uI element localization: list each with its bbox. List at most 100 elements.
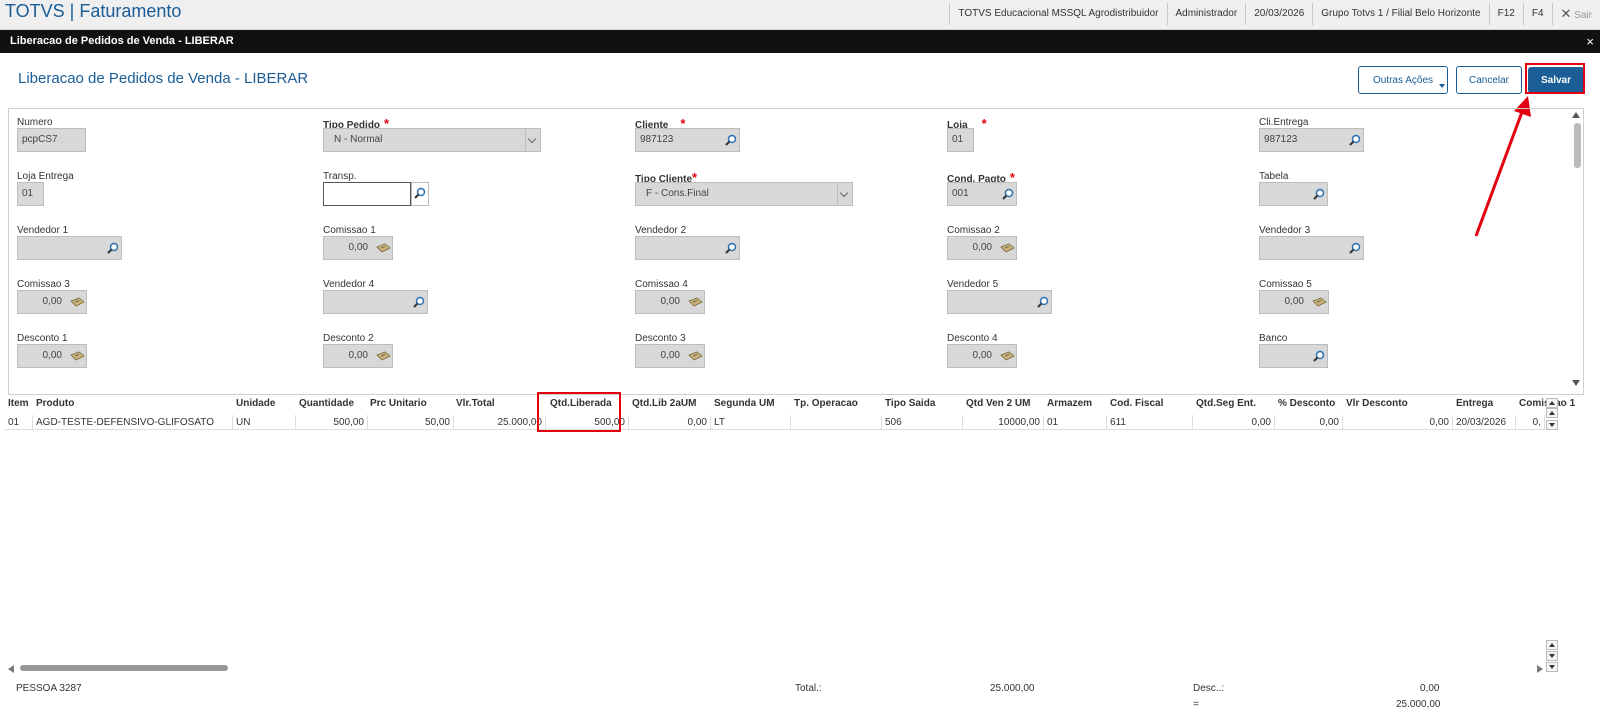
table-cell[interactable]: 0,00 — [629, 415, 711, 430]
comissao5-label: Comissao 5 — [1259, 279, 1312, 290]
desconto3-label: Desconto 3 — [635, 333, 686, 344]
form-vertical-scrollbar[interactable] — [1569, 109, 1583, 394]
scroll-right-icon[interactable] — [1537, 665, 1543, 673]
cli-entrega-value: 987123 — [1264, 134, 1298, 145]
column-header[interactable]: Prc Unitario — [370, 398, 427, 409]
search-icon[interactable] — [1349, 134, 1361, 146]
column-header[interactable]: Vlr Desconto — [1346, 398, 1408, 409]
final-total-value: 25.000,00 — [1396, 699, 1441, 710]
cli-entrega-label: Cli.Entrega — [1259, 117, 1309, 128]
search-icon[interactable] — [1313, 188, 1325, 200]
scroll-top-icon[interactable] — [1546, 398, 1558, 408]
scroll-up-icon[interactable] — [1546, 640, 1558, 650]
column-header[interactable]: Produto — [36, 398, 74, 409]
calculator-icon[interactable] — [70, 297, 85, 307]
column-header[interactable]: Unidade — [236, 398, 275, 409]
column-header[interactable]: Vlr.Total — [456, 398, 495, 409]
scroll-up-icon[interactable] — [1572, 112, 1580, 118]
table-cell[interactable]: UN — [233, 415, 296, 430]
tipo-pedido-select[interactable]: N - Normal — [323, 128, 541, 152]
scroll-up-icon[interactable] — [1546, 408, 1558, 418]
column-header[interactable]: Qtd.Lib 2aUM — [632, 398, 696, 409]
scroll-left-icon[interactable] — [8, 665, 14, 673]
desconto2-label: Desconto 2 — [323, 333, 374, 344]
scroll-down-icon[interactable] — [1546, 651, 1558, 661]
chevron-down-icon — [525, 129, 540, 151]
calculator-icon[interactable] — [688, 351, 703, 361]
scroll-down-icon[interactable] — [1546, 420, 1558, 430]
numero-label: Numero — [17, 117, 53, 128]
column-header[interactable]: Segunda UM — [714, 398, 775, 409]
column-header[interactable]: Cod. Fiscal — [1110, 398, 1163, 409]
loja-input[interactable]: 01 — [947, 128, 974, 152]
column-header[interactable]: Tipo Saida — [885, 398, 935, 409]
table-cell[interactable] — [791, 415, 882, 430]
column-header[interactable]: Armazem — [1047, 398, 1092, 409]
search-icon[interactable] — [1002, 188, 1014, 200]
search-icon[interactable] — [413, 296, 425, 308]
column-header[interactable]: Tp. Operacao — [794, 398, 858, 409]
search-icon[interactable] — [1349, 242, 1361, 254]
loja-entrega-label: Loja Entrega — [17, 171, 74, 182]
total-value: 25.000,00 — [990, 683, 1035, 694]
table-cell[interactable]: 01 — [1044, 415, 1107, 430]
desconto4-label: Desconto 4 — [947, 333, 998, 344]
table-cell[interactable]: 500,00 — [296, 415, 368, 430]
table-cell[interactable]: 0,00 — [1343, 415, 1453, 430]
table-cell[interactable]: 0,00 — [1275, 415, 1343, 430]
search-icon[interactable] — [725, 242, 737, 254]
scroll-thumb[interactable] — [20, 665, 228, 671]
loja-entrega-input[interactable]: 01 — [17, 182, 44, 206]
vendedor4-label: Vendedor 4 — [323, 279, 375, 290]
scroll-thumb[interactable] — [1574, 123, 1581, 168]
column-header[interactable]: Qtd.Seg Ent. — [1196, 398, 1256, 409]
equals-label: = — [1193, 699, 1199, 710]
scroll-bottom-icon[interactable] — [1546, 662, 1558, 672]
qtd-liberada-cell[interactable]: 500,00 — [546, 415, 629, 430]
tipo-cliente-select[interactable]: F - Cons.Final — [635, 182, 853, 206]
calculator-icon[interactable] — [1000, 351, 1015, 361]
table-cell[interactable]: 506 — [882, 415, 963, 430]
search-icon[interactable] — [414, 187, 426, 199]
desc-value: 0,00 — [1420, 683, 1440, 694]
column-header[interactable]: Qtd Ven 2 UM — [966, 398, 1030, 409]
calculator-icon[interactable] — [376, 243, 391, 253]
calculator-icon[interactable] — [70, 351, 85, 361]
search-icon[interactable] — [1313, 350, 1325, 362]
column-header[interactable]: % Desconto — [1278, 398, 1335, 409]
calculator-icon[interactable] — [376, 351, 391, 361]
numero-input[interactable]: pcpCS7 — [17, 128, 86, 152]
table-cell[interactable]: 50,00 — [368, 415, 454, 430]
tipo-cliente-value: F - Cons.Final — [646, 188, 709, 199]
table-cell[interactable]: 25.000,00 — [454, 415, 546, 430]
calculator-icon[interactable] — [688, 297, 703, 307]
required-mark: * — [981, 116, 987, 131]
search-icon[interactable] — [725, 134, 737, 146]
table-cell[interactable]: 20/03/2026 — [1453, 415, 1516, 430]
scroll-down-icon[interactable] — [1572, 380, 1580, 386]
calculator-icon[interactable] — [1312, 297, 1327, 307]
table-cell[interactable]: 01 — [5, 415, 33, 430]
search-icon[interactable] — [1037, 296, 1049, 308]
tabela-label: Tabela — [1259, 171, 1289, 182]
transp-input[interactable] — [323, 182, 411, 206]
table-cell[interactable]: LT — [711, 415, 791, 430]
column-header[interactable]: Quantidade — [299, 398, 354, 409]
cliente-value: 987123 — [640, 134, 674, 145]
column-header[interactable]: Qtd.Liberada — [550, 398, 612, 409]
grid-horizontal-scrollbar[interactable] — [8, 663, 1543, 673]
column-header[interactable]: Item — [8, 398, 29, 409]
grid-vertical-scroll-controls[interactable] — [1545, 396, 1559, 674]
desconto1-label: Desconto 1 — [17, 333, 68, 344]
table-cell[interactable]: 10000,00 — [963, 415, 1044, 430]
search-icon[interactable] — [107, 242, 119, 254]
table-cell[interactable]: 611 — [1107, 415, 1193, 430]
cond-pagto-value: 001 — [952, 188, 969, 199]
vendedor3-label: Vendedor 3 — [1259, 225, 1311, 236]
table-cell[interactable]: 0, — [1516, 415, 1545, 430]
table-cell[interactable]: AGD-TESTE-DEFENSIVO-GLIFOSATO — [33, 415, 233, 430]
calculator-icon[interactable] — [1000, 243, 1015, 253]
table-cell[interactable]: 0,00 — [1193, 415, 1275, 430]
table-row[interactable]: 01 AGD-TESTE-DEFENSIVO-GLIFOSATO UN 500,… — [0, 415, 1545, 430]
column-header[interactable]: Entrega — [1456, 398, 1493, 409]
